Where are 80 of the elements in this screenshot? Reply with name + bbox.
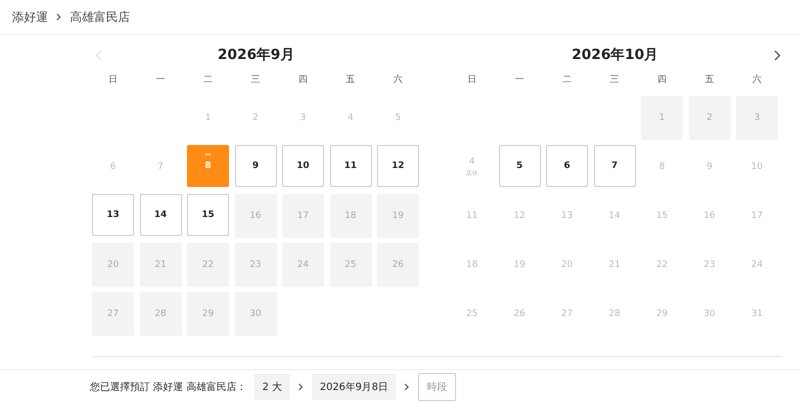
unavailable-day: 16 [688,194,730,238]
full-day-cell: 23 [234,243,276,287]
unavailable-day: 3 [282,96,324,140]
unavailable-day: 17 [736,194,778,238]
calendar-day[interactable]: 14 [140,194,182,236]
calendar-day[interactable]: 10 [282,145,324,187]
full-day-cell: 30 [234,292,276,336]
unavailable-day: 22 [641,243,683,287]
unavailable-day: 10 [736,145,778,189]
unavailable-day: 30 [688,292,730,336]
unavailable-day: 26 [498,292,540,336]
unavailable-day: 19 [498,243,540,287]
breadcrumb-link[interactable]: 高雄富民店 [70,8,130,26]
month-title: 2026年9月 [218,46,294,64]
unavailable-day: 6 [92,145,134,189]
unavailable-day: 14 [594,194,636,238]
full-day-cell: 1 [641,96,683,140]
unavailable-day: 23 [688,243,730,287]
full-day-cell: 16 [234,194,276,238]
weekday-label: 一 [514,74,525,86]
unavailable-day: 27 [546,292,588,336]
unavailable-day: 21 [594,243,636,287]
full-day-cell: 24 [282,243,324,287]
calendar-day[interactable]: 9 [234,145,276,187]
full-day-cell: 27 [92,292,134,336]
weekday-label: 六 [752,74,762,86]
weekday-label: 二 [562,74,572,86]
unavailable-day: 12 [498,194,540,238]
weekday-label: 五 [704,74,715,86]
full-day-cell: 22 [187,243,229,287]
unavailable-day: 18 [451,243,493,287]
unavailable-day: 11 [451,194,493,238]
unavailable-day: 13 [546,194,588,238]
calendar-day[interactable]: 6 [546,145,588,187]
unavailable-day: 28 [594,292,636,336]
selection-chip: 2 大 [254,374,290,400]
unavailable-day: 20 [546,243,588,287]
full-day-cell: 20 [92,243,134,287]
calendar-day[interactable]: 15 [187,194,229,236]
weekday-label: 二 [202,74,214,86]
unavailable-day: 5 [377,96,419,140]
weekday-label: 四 [656,74,668,86]
unavailable-day: 2 [234,96,276,140]
selection-summary: 您已選擇預訂 添好運 高雄富民店： [90,380,246,394]
unavailable-day: 1 [187,96,229,140]
full-day-cell: 21 [140,243,182,287]
weekday-label: 四 [298,74,308,86]
calendar-day[interactable]: 12 [377,145,419,187]
unavailable-day: 15 [641,194,683,238]
weekday-label: 三 [250,74,261,86]
full-day-cell: 28 [140,292,182,336]
full-day-cell: 26 [377,243,419,287]
full-day-cell: 29 [187,292,229,336]
full-day-cell: 17 [282,194,324,238]
unavailable-day: 7 [140,145,182,189]
calendar-day[interactable]: 11 [330,145,372,187]
month-title: 2026年10月 [572,46,658,64]
weekday-label: 五 [345,74,356,86]
calendar-day[interactable]: 5 [498,145,540,187]
calendar-day[interactable]: 7 [594,145,636,187]
breadcrumb-link[interactable]: 添好運 [12,8,48,26]
weekday-label: 日 [466,74,478,86]
full-day-cell: 18 [330,194,372,238]
full-day-cell: 19 [377,194,419,238]
unavailable-day: 31 [736,292,778,336]
weekday-label: 六 [392,74,404,86]
weekday-label: 三 [609,74,620,86]
full-day-cell: 25 [330,243,372,287]
unavailable-day: 4 [330,96,372,140]
calendar-day[interactable]: 13 [92,194,134,236]
unavailable-day: 25 [451,292,493,336]
weekday-label: 一 [155,74,166,86]
full-day-cell: 3 [736,96,778,140]
full-day-cell: 2 [688,96,730,140]
unavailable-day: 9 [688,145,730,189]
unavailable-day: 24 [736,243,778,287]
weekday-label: 日 [108,74,118,86]
unavailable-day: 8 [641,145,683,189]
unavailable-day: 29 [641,292,683,336]
selection-chip: 2026年9月8日 [312,374,396,400]
